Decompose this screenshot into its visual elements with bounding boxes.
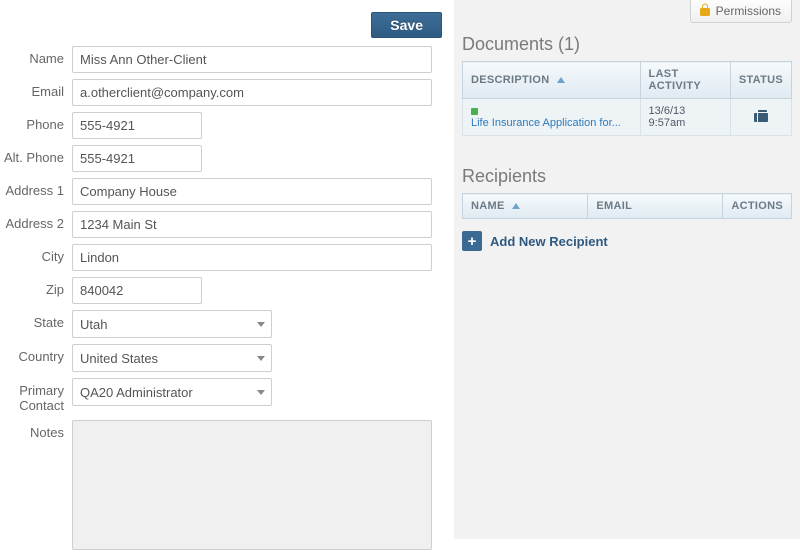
sort-asc-icon [512,200,520,212]
label-alt-phone: Alt. Phone [0,145,72,166]
label-phone: Phone [0,112,72,133]
alt-phone-field[interactable] [72,145,202,172]
label-zip: Zip [0,277,72,298]
side-pane: Permissions Documents (1) DESCRIPTION LA… [454,0,800,539]
recipients-table: NAME EMAIL ACTIONS [462,193,792,219]
chevron-down-icon [257,322,265,327]
status-dot-icon [471,108,478,115]
form-pane: Save Name Email Phone Alt. Phone Address… [0,0,454,539]
email-field[interactable] [72,79,432,106]
label-city: City [0,244,72,265]
document-last-activity: 13/6/13 9:57am [640,99,730,136]
add-recipient-label: Add New Recipient [490,234,608,249]
label-address1: Address 1 [0,178,72,199]
documents-col-last-activity[interactable]: LAST ACTIVITY [640,62,730,99]
primary-contact-select[interactable]: QA20 Administrator [72,378,272,406]
recipients-title: Recipients [462,166,792,187]
table-row: Life Insurance Application for... 13/6/1… [463,99,792,136]
add-recipient-button[interactable]: + Add New Recipient [462,231,792,251]
plus-icon: + [462,231,482,251]
zip-field[interactable] [72,277,202,304]
label-country: Country [0,344,72,365]
sort-asc-icon [557,74,565,86]
documents-col-description[interactable]: DESCRIPTION [463,62,641,99]
recipients-col-email[interactable]: EMAIL [588,194,723,219]
documents-title: Documents (1) [462,34,792,55]
documents-table: DESCRIPTION LAST ACTIVITY STATUS Life In… [462,61,792,136]
lock-icon [699,3,711,19]
notes-field[interactable] [72,420,432,550]
primary-contact-select-value: QA20 Administrator [80,385,193,400]
document-link[interactable]: Life Insurance Application for... [471,117,621,129]
state-select[interactable]: Utah [72,310,272,338]
save-button[interactable]: Save [371,12,442,38]
address2-field[interactable] [72,211,432,238]
phone-field[interactable] [72,112,202,139]
state-select-value: Utah [80,317,107,332]
permissions-button[interactable]: Permissions [690,0,792,23]
country-select-value: United States [80,351,158,366]
documents-col-status[interactable]: STATUS [730,62,791,99]
label-address2: Address 2 [0,211,72,232]
label-primary-contact: Primary Contact [0,378,72,414]
label-email: Email [0,79,72,100]
permissions-label: Permissions [716,4,781,18]
fax-icon[interactable] [753,109,769,126]
name-field[interactable] [72,46,432,73]
label-name: Name [0,46,72,67]
label-notes: Notes [0,420,72,441]
label-state: State [0,310,72,331]
chevron-down-icon [257,390,265,395]
chevron-down-icon [257,356,265,361]
country-select[interactable]: United States [72,344,272,372]
recipients-col-actions[interactable]: ACTIONS [723,194,792,219]
city-field[interactable] [72,244,432,271]
recipients-col-name[interactable]: NAME [463,194,588,219]
address1-field[interactable] [72,178,432,205]
